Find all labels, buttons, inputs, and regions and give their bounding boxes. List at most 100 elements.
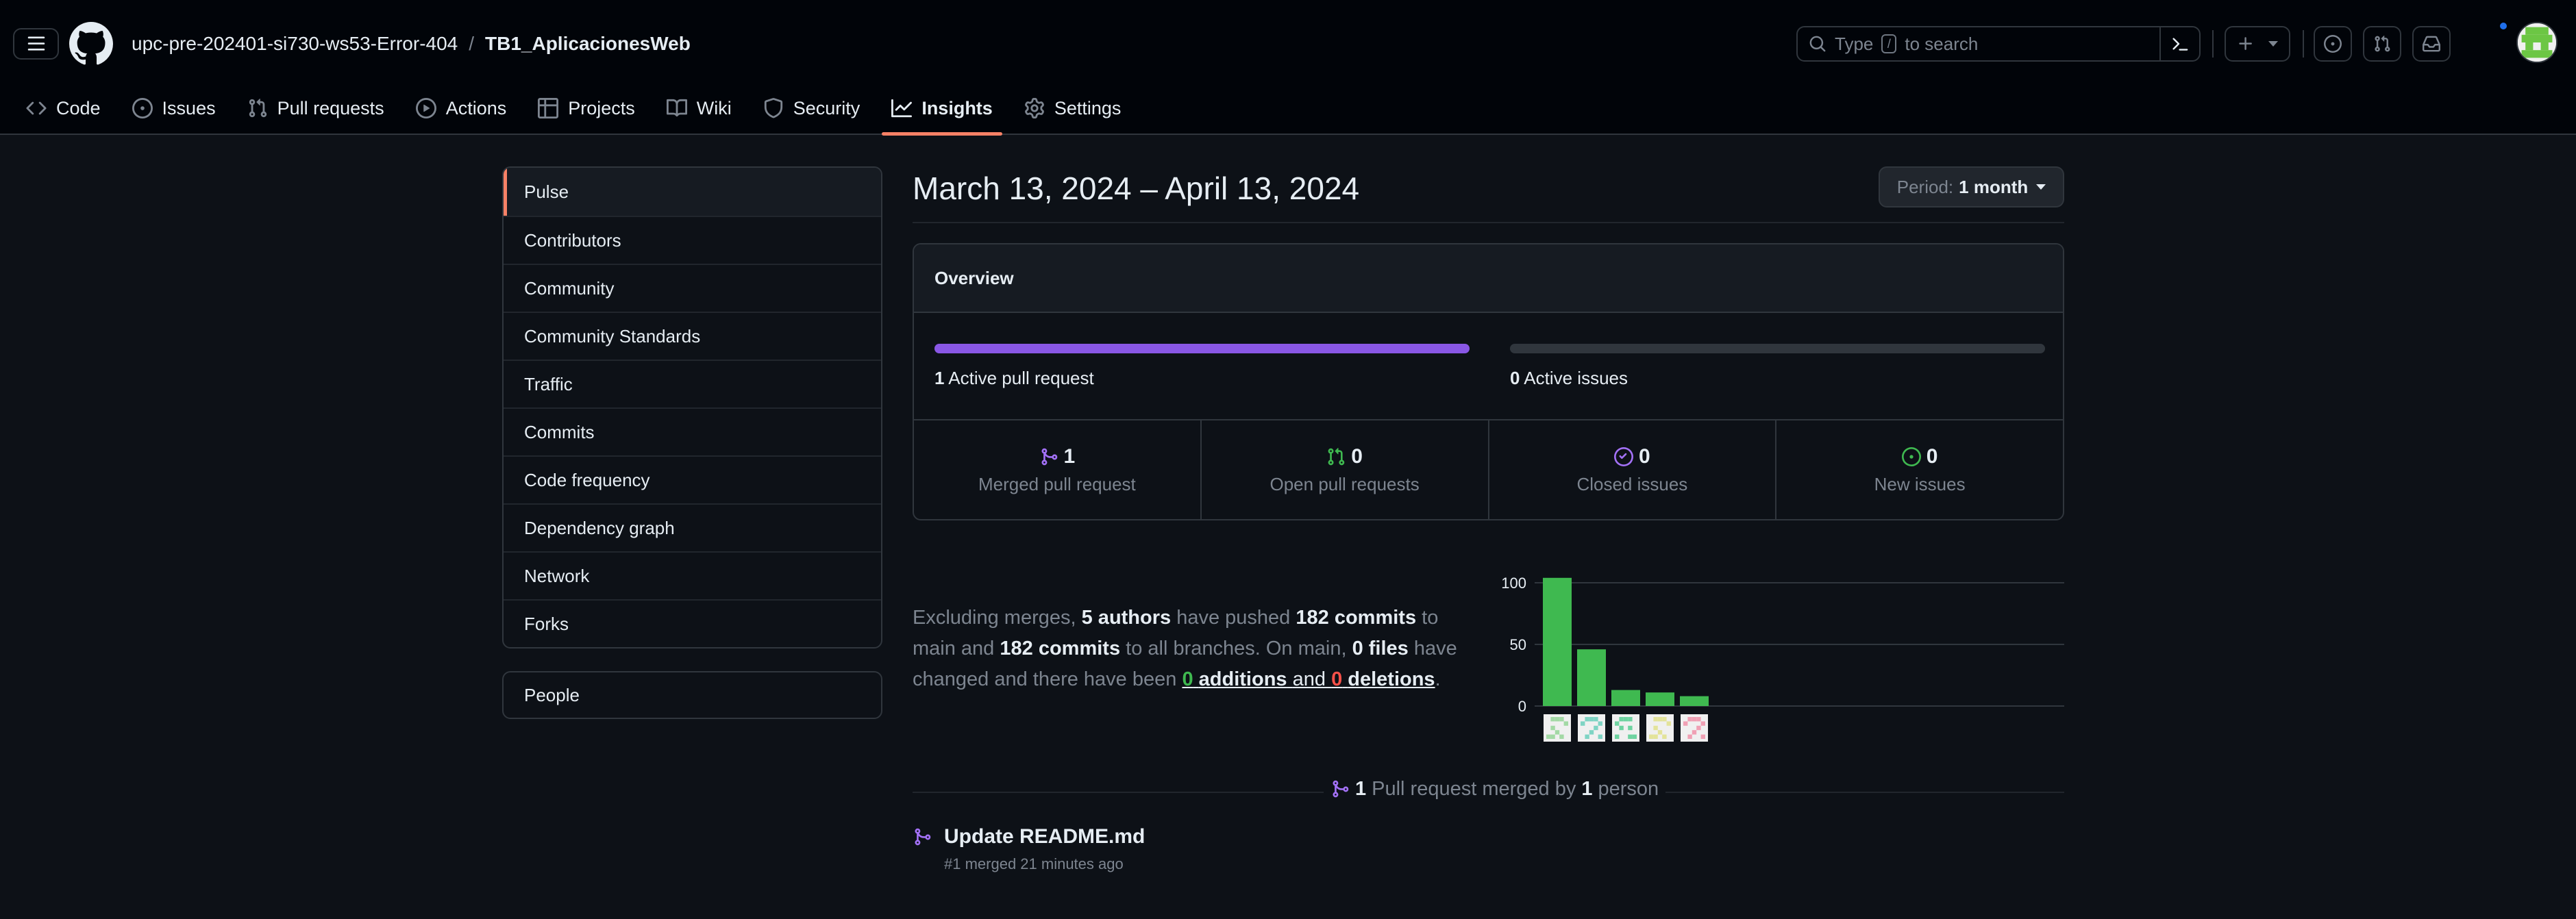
chart-bar[interactable] [1646, 692, 1674, 706]
divider [913, 222, 2064, 223]
files-count: 0 files [1352, 638, 1409, 659]
git-merge-icon [1333, 780, 1349, 798]
active-pr-label: Active pull request [948, 368, 1094, 388]
repo-tabs: Code Issues Pull requests Actions Projec… [0, 82, 1143, 136]
chevron-down-icon [2036, 184, 2046, 190]
chart-bar[interactable] [1680, 696, 1709, 706]
git-pull-request-icon [2375, 35, 2390, 52]
author-avatar[interactable] [1578, 714, 1605, 742]
search-placeholder-suffix: to search [1905, 33, 1979, 54]
chart-bar[interactable] [1543, 577, 1572, 706]
sidebar-item-network[interactable]: Network [504, 551, 881, 599]
active-pull-request-caption[interactable]: 1 Active pull request [934, 368, 1094, 389]
overview-panel: Overview 1 Active pull request 0 Active … [913, 243, 2064, 520]
sidebar-item-code-frequency[interactable]: Code frequency [504, 455, 881, 503]
open-pull-requests-stat[interactable]: 0 Open pull requests [1200, 420, 1488, 519]
github-logo-icon[interactable] [69, 22, 113, 66]
create-new-button[interactable] [2225, 26, 2290, 62]
period-value: 1 month [1959, 176, 2029, 197]
sidebar-item-community-standards[interactable]: Community Standards [504, 312, 881, 360]
plus-icon [2239, 37, 2252, 50]
tab-label: Wiki [696, 97, 732, 118]
command-palette-button[interactable] [2159, 27, 2199, 60]
search-shortcut-key: / [1881, 34, 1897, 53]
search-input[interactable]: Type / to search [1796, 26, 2201, 62]
divider [913, 792, 1324, 793]
commits-main-count: 182 commits [1296, 607, 1417, 629]
period-select-button[interactable]: Period: 1 month [1879, 166, 2064, 207]
pr-title-link[interactable]: Update README.md [944, 825, 1145, 848]
pull-requests-button[interactable] [2363, 26, 2401, 62]
author-avatar[interactable] [1646, 714, 1674, 742]
code-icon [26, 101, 47, 115]
graph-icon [891, 99, 913, 118]
chart-bar[interactable] [1611, 690, 1640, 706]
inbox-icon [2423, 36, 2440, 52]
avatar[interactable] [2516, 22, 2558, 63]
shield-icon [764, 98, 782, 118]
stat-label: Merged pull request [978, 473, 1136, 494]
git-merge-icon [915, 828, 931, 846]
tab-label: Code [56, 97, 101, 118]
tab-label: Projects [568, 97, 635, 118]
closed-issues-stat[interactable]: 0 Closed issues [1487, 420, 1776, 519]
tab-label: Insights [921, 97, 993, 118]
sidebar-item-community[interactable]: Community [504, 264, 881, 312]
chart-bar[interactable] [1577, 649, 1606, 706]
tab-projects[interactable]: Projects [528, 89, 645, 127]
repo-name-link[interactable]: TB1_AplicacionesWeb [485, 33, 691, 55]
overview-progress: 1 Active pull request 0 Active issues [914, 313, 2063, 420]
git-pull-request-icon [249, 99, 267, 118]
sidebar-item-contributors[interactable]: Contributors [504, 216, 881, 264]
sidebar-item-forks[interactable]: Forks [504, 599, 881, 647]
sidebar-item-dependency-graph[interactable]: Dependency graph [504, 503, 881, 551]
active-issues-count: 0 [1510, 368, 1520, 388]
git-pull-request-icon [1328, 447, 1345, 465]
repo-owner-link[interactable]: upc-pre-202401-si730-ws53-Error-404 [132, 33, 458, 55]
issues-button[interactable] [2314, 26, 2352, 62]
tab-settings[interactable]: Settings [1015, 89, 1131, 127]
author-avatar[interactable] [1681, 714, 1708, 742]
issues-progress-bar[interactable] [1510, 344, 2045, 353]
issue-opened-icon [1901, 446, 1921, 466]
terminal-icon [2172, 38, 2188, 51]
merged-text: Pull request merged by [1372, 777, 1576, 800]
authors-count: 5 authors [1081, 607, 1172, 629]
tab-label: Issues [162, 97, 216, 118]
breadcrumb: upc-pre-202401-si730-ws53-Error-404 / TB… [132, 30, 691, 58]
stat-value: 1 [1063, 444, 1076, 468]
sidebar-item-people[interactable]: People [502, 671, 882, 719]
tab-pull-requests[interactable]: Pull requests [238, 89, 394, 127]
merged-pull-request-stat[interactable]: 1 Merged pull request [914, 420, 1200, 519]
stat-value: 0 [1926, 444, 1938, 468]
new-issues-stat[interactable]: 0 New issues [1775, 420, 2063, 519]
active-issues-caption[interactable]: 0 Active issues [1510, 368, 1628, 389]
tab-wiki[interactable]: Wiki [657, 89, 741, 127]
and-word: and [1292, 668, 1326, 690]
tab-issues[interactable]: Issues [123, 89, 225, 127]
git-merge-icon [1041, 448, 1057, 465]
menu-button[interactable] [13, 28, 59, 60]
y-tick-label: 50 [1510, 636, 1526, 653]
tab-security[interactable]: Security [754, 89, 870, 127]
period-label: Period: [1896, 176, 1954, 197]
tab-actions[interactable]: Actions [406, 89, 517, 127]
sidebar-item-traffic[interactable]: Traffic [504, 360, 881, 407]
tab-code[interactable]: Code [16, 89, 110, 127]
pull-request-progress-bar[interactable] [934, 344, 1470, 353]
page-title: March 13, 2024 – April 13, 2024 [913, 171, 1360, 206]
inbox-button[interactable] [2412, 26, 2451, 62]
author-avatar[interactable] [1544, 714, 1571, 742]
divider [1652, 792, 2064, 793]
book-icon [666, 99, 687, 117]
summary-period: . [1435, 668, 1441, 690]
sidebar-item-commits[interactable]: Commits [504, 407, 881, 455]
author-avatar[interactable] [1612, 714, 1639, 742]
stat-value: 0 [1639, 444, 1650, 468]
header-divider [2212, 30, 2214, 58]
sidebar-item-pulse[interactable]: Pulse [504, 168, 881, 216]
tab-insights[interactable]: Insights [882, 89, 1002, 136]
breadcrumb-separator: / [469, 33, 475, 54]
additions-deletions-link[interactable]: 0 additions and 0 deletions [1182, 668, 1435, 690]
issue-opened-icon [132, 98, 153, 118]
